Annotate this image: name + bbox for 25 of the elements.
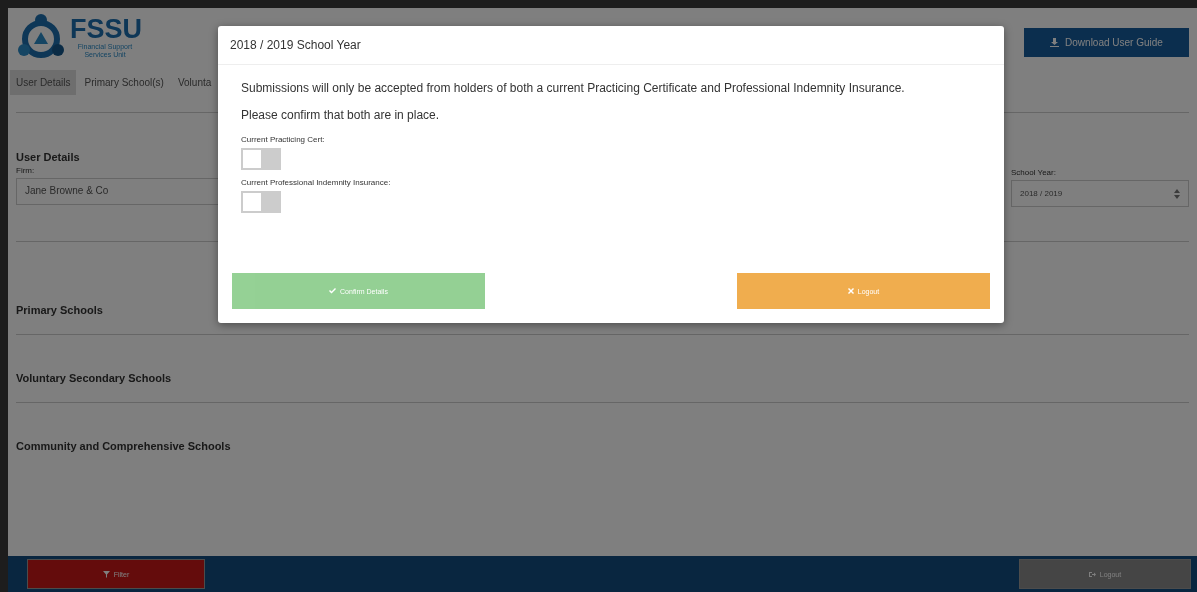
spinner-icon [1174, 187, 1180, 200]
modal-prompt: Please confirm that both are in place. [241, 108, 441, 122]
check-icon [329, 288, 337, 294]
download-user-guide-button[interactable]: Download User Guide [1024, 28, 1189, 57]
tab[interactable]: User Details [10, 70, 77, 95]
toggle-label: Current Professional Indemnity Insurance: [241, 178, 392, 187]
section-heading: Community and Comprehensive Schools [16, 440, 232, 452]
modal-message: Submissions will only be accepted from holders of both a current Practicing Certificate and Professional Indemnity Insurance. [241, 81, 906, 95]
sign-out-icon [1088, 570, 1096, 578]
toggle-switch[interactable] [241, 148, 281, 170]
firm-label: Firm: [16, 166, 35, 175]
section-heading: Primary Schools [16, 304, 104, 316]
filter-icon [102, 570, 110, 578]
section-heading: User Details [16, 151, 80, 163]
download-icon [1050, 38, 1060, 47]
school-year-select[interactable]: 2018 / 2019 [1011, 180, 1189, 207]
section-heading: Voluntary Secondary Schools [16, 372, 173, 384]
toggle-label: Current Practicing Cert: [241, 135, 326, 144]
logo-title: FSSU [70, 15, 142, 43]
tab[interactable]: Volunta [171, 70, 218, 95]
school-year-label: School Year: [1011, 168, 1056, 177]
modal-title: 2018 / 2019 School Year [218, 26, 1004, 65]
toggle-switch[interactable] [241, 191, 281, 213]
tab[interactable]: Primary School(s) [78, 70, 170, 95]
close-icon [847, 288, 854, 294]
